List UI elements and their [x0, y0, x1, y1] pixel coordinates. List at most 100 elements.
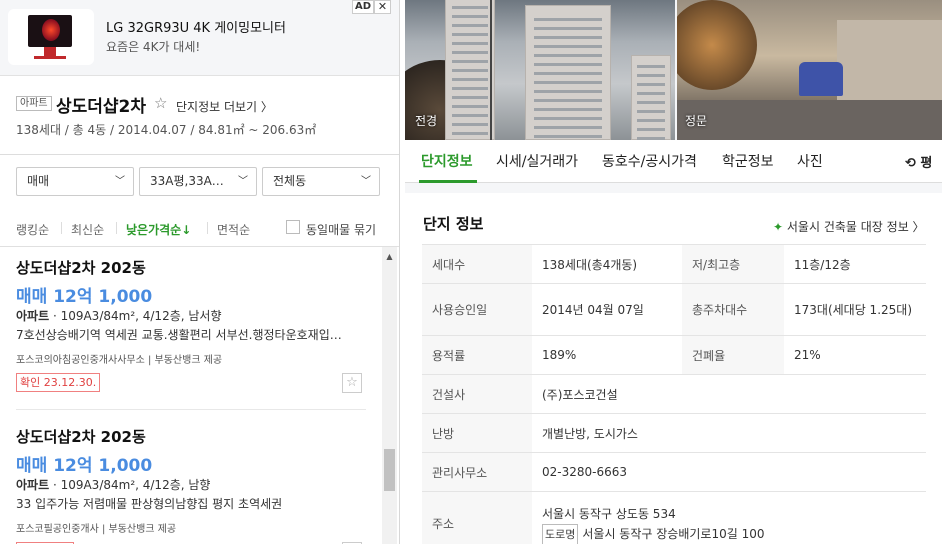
pole-shape — [490, 0, 492, 140]
divider — [207, 222, 208, 234]
divider — [116, 222, 117, 234]
info-value: 11층/12층 — [784, 244, 926, 284]
scrollbar-thumb[interactable] — [384, 449, 395, 491]
ad-title[interactable]: LG 32GR93U 4K 게이밍모니터 — [106, 17, 286, 36]
ad-badge: AD — [352, 0, 374, 14]
ad-description: 요즘은 4K가 대세! — [106, 40, 201, 54]
tab-school[interactable]: 학군정보 — [722, 151, 774, 171]
pinwheel-icon: ✦ — [773, 220, 784, 234]
road-name-tag: 도로명 — [542, 524, 579, 544]
listing-agent: 포스코의아침공인중개사사무소 | 부동산뱅크 제공 — [16, 355, 223, 366]
info-value: 개별난방, 도시가스 — [532, 413, 926, 453]
building-shape — [525, 5, 611, 140]
trade-type-select[interactable]: 매매 ﹀ — [16, 167, 134, 196]
listing-spec: 아파트 · 109A3/84m², 4/12층, 남향 — [16, 476, 210, 493]
ad-product-image[interactable] — [8, 9, 94, 65]
listing-description: 7호선상승배기역 역세권 교통.생활편리 서부선.행정타운호재입… — [16, 328, 342, 342]
info-table: 세대수 138세대(총4개동) 저/최고층 11층/12층 사용승인일 2014… — [422, 244, 926, 544]
gate-photo-label: 정문 — [685, 114, 708, 128]
info-key: 사용승인일 — [422, 283, 532, 336]
star-icon[interactable]: ☆ — [342, 373, 362, 393]
listing-type: 아파트 — [16, 478, 50, 492]
list-item[interactable]: 상도더샵2차 202동 매매 12억 1,000 아파트 · 109A3/84m… — [16, 257, 366, 407]
listing-spec-detail: · 109A3/84m², 4/12층, 남향 — [49, 478, 211, 492]
info-value: (주)포스코건설 — [532, 374, 926, 414]
listing-description: 33 입주가능 저렴매물 판상형의남향집 평지 초역세권 — [16, 497, 283, 511]
info-value: 21% — [784, 335, 926, 375]
listing-panel: LG 32GR93U 4K 게이밍모니터 요즘은 4K가 대세! AD ✕ 아파… — [0, 0, 400, 544]
ad-banner[interactable]: LG 32GR93U 4K 게이밍모니터 요즘은 4K가 대세! AD ✕ — [0, 0, 399, 76]
sort-area[interactable]: 면적순 — [217, 221, 250, 238]
dong-value: 전체동 — [273, 174, 307, 188]
building-shape — [445, 0, 495, 140]
info-value: 189% — [532, 335, 682, 375]
listing-title: 상도더샵2차 202동 — [16, 259, 146, 277]
chevron-down-icon: ﹀ — [115, 176, 125, 187]
listing-spec-detail: · 109A3/84m², 4/12층, 남서향 — [49, 309, 222, 323]
info-value: 173대(세대당 1.25대) — [784, 283, 926, 336]
table-row: 난방 개별난방, 도시가스 — [422, 413, 926, 453]
chevron-down-icon: ﹀ — [238, 176, 248, 187]
sort-low-price[interactable]: 낮은가격순↓ — [126, 221, 191, 238]
info-value: 2014년 04월 07일 — [532, 283, 682, 336]
info-panel: 단지 정보 ✦ 서울시 건축물 대장 정보 〉 세대수 138세대(총4개동) … — [405, 193, 942, 544]
info-value: 138세대(총4개동) — [532, 244, 682, 284]
info-key: 용적률 — [422, 335, 532, 375]
road-address: 서울시 동작구 장승배기로10길 100 — [582, 527, 765, 541]
info-title: 단지 정보 — [423, 215, 484, 233]
table-row: 용적률 189% 건폐율 21% — [422, 335, 926, 375]
monitor-icon — [28, 15, 72, 47]
table-row: 세대수 138세대(총4개동) 저/최고층 11층/12층 — [422, 244, 926, 284]
group-same-checkbox[interactable] — [286, 220, 300, 234]
divider — [16, 409, 366, 410]
scroll-up-icon[interactable]: ▲ — [382, 252, 397, 264]
listing-title: 상도더샵2차 202동 — [16, 428, 146, 446]
divider — [0, 246, 399, 247]
table-row: 건설사 (주)포스코건설 — [422, 374, 926, 414]
seoul-building-link[interactable]: ✦ 서울시 건축물 대장 정보 〉 — [773, 218, 925, 235]
info-key: 건폐율 — [682, 335, 784, 375]
area-select[interactable]: 33A평,33A… ﹀ — [139, 167, 257, 196]
favorite-star-icon[interactable]: ☆ — [154, 94, 167, 112]
list-item[interactable]: 상도더샵2차 202동 매매 12억 1,000 아파트 · 109A3/84m… — [16, 426, 366, 544]
property-type-badge: 아파트 — [16, 96, 52, 111]
table-row: 관리사무소 02-3280-6663 — [422, 452, 926, 492]
wall-shape — [837, 20, 942, 100]
info-key: 주소 — [422, 491, 532, 544]
complex-summary: 138세대 / 총 4동 / 2014.04.07 / 84.81㎡ ~ 206… — [16, 123, 317, 137]
complex-name: 상도더샵2차 — [56, 97, 147, 117]
listing-spec: 아파트 · 109A3/84m², 4/12층, 남서향 — [16, 307, 222, 324]
chevron-down-icon: ﹀ — [361, 176, 371, 187]
monitor-base — [34, 56, 66, 59]
address-road: 도로명 서울시 동작구 장승배기로10길 100 — [542, 524, 926, 544]
sort-ranking[interactable]: 랭킹순 — [16, 221, 49, 238]
tab-unit-price[interactable]: 동호수/공시가격 — [602, 151, 697, 171]
divider — [61, 222, 62, 234]
road-shape — [677, 100, 942, 140]
listing-type: 아파트 — [16, 309, 50, 323]
group-same-label[interactable]: 동일매물 묶기 — [306, 221, 376, 238]
scrollbar[interactable] — [382, 247, 397, 544]
tree-shape — [677, 0, 757, 90]
info-value: 02-3280-6663 — [532, 452, 926, 492]
sort-latest[interactable]: 최신순 — [71, 221, 104, 238]
building-shape — [631, 55, 671, 140]
trade-type-value: 매매 — [27, 174, 50, 188]
tab-photos[interactable]: 사진 — [797, 151, 823, 171]
area-value: 33A평,33A… — [150, 174, 224, 188]
exterior-photo[interactable]: 전경 — [405, 0, 675, 140]
unit-toggle-button[interactable]: ⟲ 평 — [905, 152, 932, 171]
info-key: 관리사무소 — [422, 452, 532, 492]
dong-select[interactable]: 전체동 ﹀ — [262, 167, 380, 196]
divider — [0, 154, 399, 155]
gate-photo[interactable]: 정문 — [677, 0, 942, 140]
complex-detail-link[interactable]: 단지정보 더보기 〉 — [176, 98, 273, 115]
info-key: 건설사 — [422, 374, 532, 414]
table-row: 사용승인일 2014년 04월 07일 총주차대수 173대(세대당 1.25대… — [422, 283, 926, 336]
info-key: 총주차대수 — [682, 283, 784, 336]
complex-detail-panel: 전경 정문 단지정보 시세/실거래가 동호수/공시가격 학군정보 사진 ⟲ 평 … — [405, 0, 942, 544]
tab-price[interactable]: 시세/실거래가 — [496, 151, 578, 171]
tab-complex-info[interactable]: 단지정보 — [421, 151, 473, 171]
address-lot: 서울시 동작구 상도동 534 — [542, 507, 676, 521]
ad-close-button[interactable]: ✕ — [374, 0, 391, 14]
